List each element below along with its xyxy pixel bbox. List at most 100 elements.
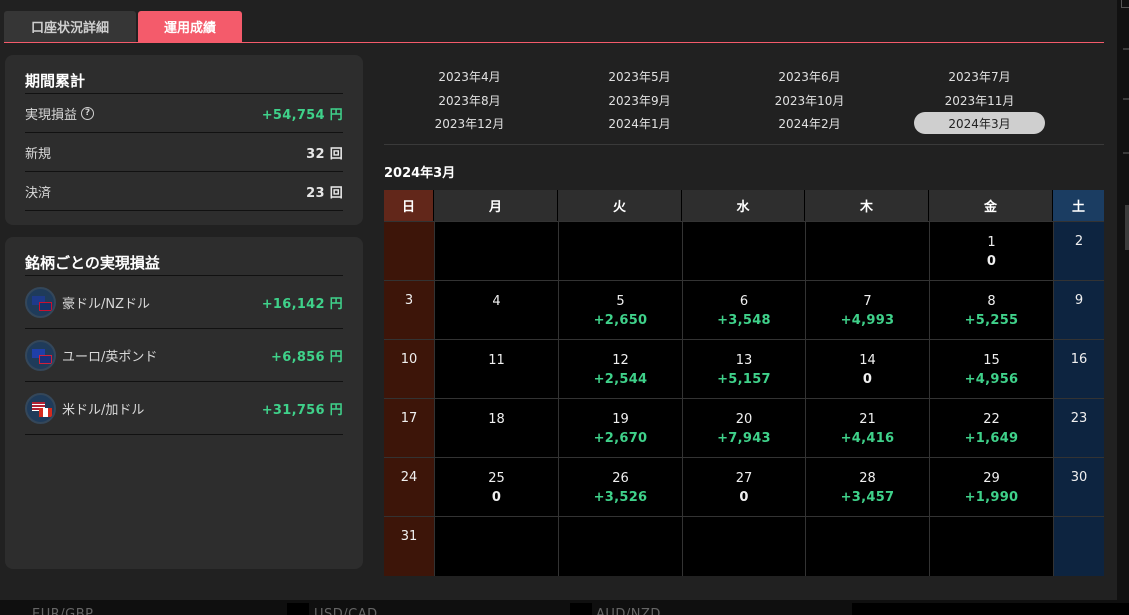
calendar-day-cell: 11 xyxy=(434,339,558,398)
calendar-empty-cell xyxy=(805,516,929,576)
aud-nzd-flag-icon xyxy=(25,286,56,318)
calendar-day-cell: 22 +1,649 xyxy=(929,398,1053,457)
day-number: 14 xyxy=(859,353,876,368)
settled-row: 決済 23 回 xyxy=(25,171,343,210)
day-number: 6 xyxy=(739,294,749,309)
symbol-name: ユーロ/英ポンド xyxy=(62,349,158,365)
divider xyxy=(25,210,343,211)
day-number: 27 xyxy=(735,471,753,486)
tab-performance[interactable]: 運用成績 xyxy=(138,11,242,42)
symbol-pl-panel: 銘柄ごとの実現損益 豪ドル/NZドル +16,142 円 ユーロ/英ポンド +6… xyxy=(5,237,363,569)
calendar-day-cell: 18 xyxy=(434,398,558,457)
day-pl-value: +3,457 xyxy=(840,490,895,505)
day-pl-value: 0 xyxy=(986,254,997,269)
weekday-header: 日 xyxy=(384,190,433,221)
calendar-empty-cell xyxy=(384,221,434,280)
day-number: 24 xyxy=(400,470,418,485)
symbol-pl-title: 銘柄ごとの実現損益 xyxy=(25,254,160,272)
calendar-day-cell: 16 xyxy=(1053,339,1104,398)
day-number: 26 xyxy=(612,471,629,486)
day-pl-value: +4,956 xyxy=(964,372,1019,387)
divider xyxy=(384,144,1104,145)
calendar-day-cell: 10 xyxy=(929,221,1053,280)
calendar-day-cell: 28 +3,457 xyxy=(805,457,929,516)
divider xyxy=(25,434,343,435)
scrollbar-thumb[interactable] xyxy=(1125,205,1129,250)
performance-window: 口座状況詳細 運用成績 期間累計 実現損益 ? +54,754 円 新規 32 … xyxy=(0,0,1117,600)
day-pl-value: +2,670 xyxy=(593,431,648,446)
month-option[interactable]: 2023年4月 xyxy=(404,65,535,87)
calendar-day-cell: 17 xyxy=(384,398,434,457)
weekday-header: 土 xyxy=(1053,190,1104,221)
new-orders-row: 新規 32 回 xyxy=(25,132,343,171)
tab-account-details[interactable]: 口座状況詳細 xyxy=(4,11,136,42)
calendar-day-cell: 25 0 xyxy=(434,457,558,516)
symbol-row[interactable]: 豪ドル/NZドル +16,142 円 xyxy=(25,275,343,328)
calendar-day-cell: 21 +4,416 xyxy=(805,398,929,457)
calendar-empty-cell xyxy=(558,221,682,280)
calendar-day-cell: 5 +2,650 xyxy=(558,280,682,339)
calendar-day-cell: 24 xyxy=(384,457,434,516)
help-icon[interactable]: ? xyxy=(81,106,95,120)
settled-value: 23 回 xyxy=(306,185,343,201)
day-number: 2 xyxy=(1074,234,1084,249)
month-option[interactable]: 2024年3月 xyxy=(914,112,1045,134)
day-number: 10 xyxy=(400,352,418,367)
new-orders-label: 新規 xyxy=(25,146,52,162)
day-number: 17 xyxy=(400,411,418,426)
day-number: 20 xyxy=(735,412,753,427)
weekday-header: 火 xyxy=(558,190,681,221)
calendar-day-cell: 12 +2,544 xyxy=(558,339,682,398)
month-option[interactable]: 2023年7月 xyxy=(914,65,1045,87)
calendar-day-cell: 7 +4,993 xyxy=(805,280,929,339)
month-option[interactable]: 2024年2月 xyxy=(744,112,875,134)
calendar-day-cell: 31 xyxy=(384,516,434,576)
symbol-pl-value: +6,856 円 xyxy=(271,349,343,365)
eur-gbp-flag-icon xyxy=(25,339,56,371)
realized-pl-row: 実現損益 ? +54,754 円 xyxy=(25,93,343,132)
corner-icon xyxy=(1121,0,1129,8)
calendar-day-cell: 23 xyxy=(1053,398,1104,457)
day-number: 4 xyxy=(492,294,501,309)
month-option[interactable]: 2023年6月 xyxy=(744,65,875,87)
symbol-row[interactable]: ユーロ/英ポンド +6,856 円 xyxy=(25,328,343,381)
realized-pl-value: +54,754 円 xyxy=(261,107,343,123)
day-pl-value: +2,544 xyxy=(593,372,648,387)
calendar-day-cell: 26 +3,526 xyxy=(558,457,682,516)
month-option[interactable]: 2023年5月 xyxy=(574,65,705,87)
day-number: 30 xyxy=(1070,470,1088,485)
day-pl-value: 0 xyxy=(491,490,502,505)
month-option[interactable]: 2024年1月 xyxy=(574,112,705,134)
calendar-day-cell: 19 +2,670 xyxy=(558,398,682,457)
month-option[interactable]: 2023年11月 xyxy=(914,89,1045,111)
realized-pl-label: 実現損益 xyxy=(25,107,78,123)
day-pl-value: +7,943 xyxy=(717,431,771,446)
day-number: 18 xyxy=(488,412,505,427)
day-number: 31 xyxy=(400,529,418,544)
month-option[interactable]: 2023年12月 xyxy=(404,112,535,134)
day-number: 22 xyxy=(983,412,1000,427)
day-number: 19 xyxy=(612,412,629,427)
ticker-item: EUR/GBP xyxy=(32,607,94,615)
day-number: 13 xyxy=(735,353,753,368)
weekday-header: 木 xyxy=(805,190,928,221)
calendar-empty-cell xyxy=(1053,516,1104,576)
day-number: 7 xyxy=(863,294,872,309)
calendar-day-cell: 27 0 xyxy=(682,457,805,516)
symbol-row[interactable]: 米ドル/加ドル +31,756 円 xyxy=(25,381,343,434)
calendar-day-cell: 9 xyxy=(1053,280,1104,339)
month-option[interactable]: 2023年8月 xyxy=(404,89,535,111)
month-option[interactable]: 2023年9月 xyxy=(574,89,705,111)
day-number: 15 xyxy=(983,353,1000,368)
calendar-day-cell: 13 +5,157 xyxy=(682,339,805,398)
calendar-empty-cell xyxy=(434,221,558,280)
day-pl-value: 0 xyxy=(862,372,873,387)
weekday-header: 金 xyxy=(929,190,1052,221)
calendar-empty-cell xyxy=(929,516,1053,576)
day-number: 9 xyxy=(1074,293,1084,308)
day-number: 11 xyxy=(488,353,505,368)
calendar-day-cell: 8 +5,255 xyxy=(929,280,1053,339)
calendar-title: 2024年3月 xyxy=(384,166,456,181)
month-option[interactable]: 2023年10月 xyxy=(744,89,875,111)
day-number: 5 xyxy=(616,294,625,309)
